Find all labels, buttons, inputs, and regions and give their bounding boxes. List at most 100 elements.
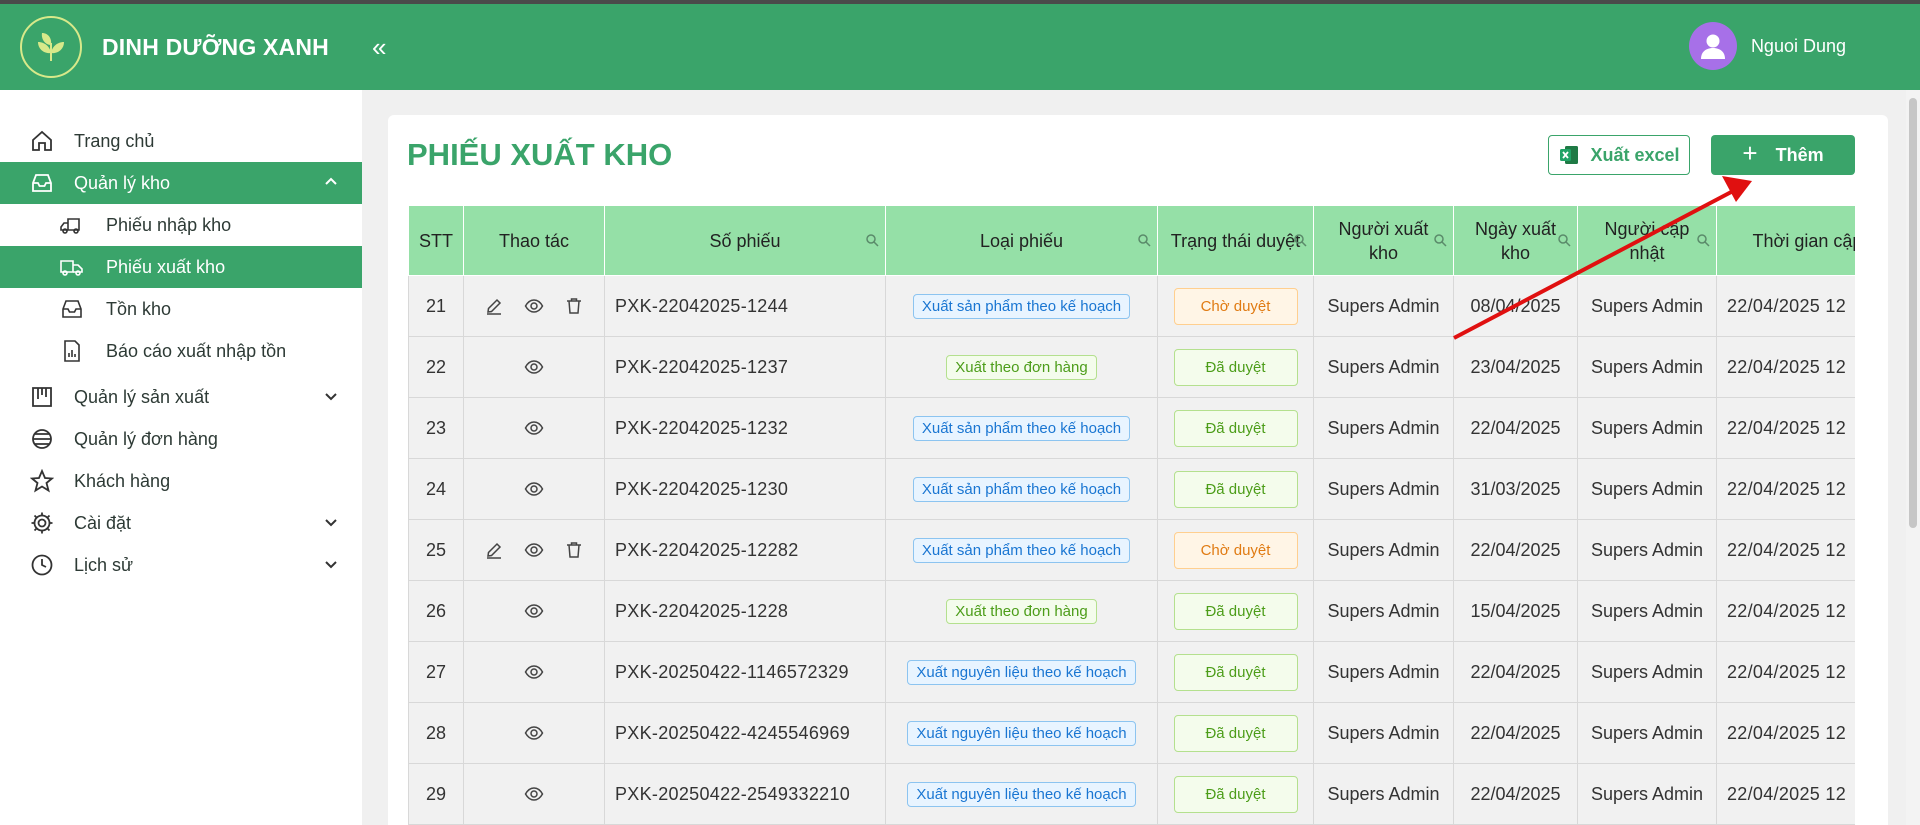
trash-icon[interactable]: [564, 540, 584, 560]
chevron-down-icon: [322, 555, 340, 578]
sidebar-item-production[interactable]: Quản lý sản xuất: [0, 376, 362, 418]
table-row[interactable]: 29 PXK-20250422-2549332210 Xuất nguyên liệ…: [408, 763, 1855, 825]
cell-updated-at: 22/04/2025 12: [1716, 519, 1855, 581]
cell-actions: [463, 641, 605, 703]
table-row[interactable]: 25 PXK-22042025-12282 Xuất sản phẩm theo k…: [408, 519, 1855, 581]
production-icon: [28, 383, 56, 411]
table-row[interactable]: 26 PXK-22042025-1228 Xuất theo đơn hàng Đã …: [408, 580, 1855, 642]
cell-type: Xuất theo đơn hàng: [885, 580, 1158, 642]
excel-icon: [1558, 144, 1580, 166]
cell-exporter: Supers Admin: [1313, 458, 1454, 520]
cell-stt: 26: [408, 580, 464, 642]
table-row[interactable]: 24 PXK-22042025-1230 Xuất sản phẩm theo kế…: [408, 458, 1855, 520]
cell-stt: 28: [408, 702, 464, 764]
sidebar-item-label: Phiếu xuất kho: [106, 256, 226, 277]
eye-icon[interactable]: [524, 296, 544, 316]
eye-icon[interactable]: [524, 418, 544, 438]
pencil-icon[interactable]: [484, 296, 504, 316]
gear-icon: [28, 509, 56, 537]
trash-icon[interactable]: [564, 296, 584, 316]
main-content: PHIẾU XUẤT KHO Xuất excel + Thêm STT Tha: [362, 90, 1920, 825]
eye-icon[interactable]: [524, 601, 544, 621]
sidebar: Trang chủ Quản lý kho Phiếu nhập kho Phi…: [0, 90, 362, 825]
cell-date: 22/04/2025: [1453, 397, 1578, 459]
sidebar-item-label: Quản lý sản xuất: [74, 386, 210, 407]
search-icon[interactable]: [1557, 233, 1571, 247]
cell-updater: Supers Admin: [1577, 641, 1717, 703]
cell-type: Xuất nguyên liệu theo kế hoạch: [885, 763, 1158, 825]
eye-icon[interactable]: [524, 784, 544, 804]
user-menu[interactable]: Nguoi Dung: [1688, 22, 1846, 70]
cell-code: PXK-22042025-12282: [604, 519, 886, 581]
sidebar-item-settings[interactable]: Cài đặt: [0, 502, 362, 544]
content-card: PHIẾU XUẤT KHO Xuất excel + Thêm STT Tha: [388, 115, 1888, 825]
sidebar-item-orders[interactable]: Quản lý đơn hàng: [0, 418, 362, 460]
sidebar-item-home[interactable]: Trang chủ: [0, 120, 362, 162]
table-row[interactable]: 28 PXK-20250422-4245546969 Xuất nguyên liệ…: [408, 702, 1855, 764]
cell-updater: Supers Admin: [1577, 519, 1717, 581]
col-header-type: Loại phiếu: [885, 205, 1158, 276]
brand[interactable]: DINH DƯỠNG XANH: [0, 4, 362, 90]
cell-exporter: Supers Admin: [1313, 519, 1454, 581]
sidebar-item-label: Lịch sử: [74, 554, 134, 575]
cell-code: PXK-22042025-1228: [604, 580, 886, 642]
cell-updated-at: 22/04/2025 12: [1716, 763, 1855, 825]
col-header-status: Trạng thái duyệt: [1157, 205, 1314, 276]
cell-stt: 23: [408, 397, 464, 459]
search-icon[interactable]: [1293, 233, 1307, 247]
user-icon: [1700, 34, 1725, 59]
table-container: STT Thao tác Số phiếu Loại phiếu Trạng t…: [408, 205, 1855, 825]
sidebar-item-stock[interactable]: Tồn kho: [0, 288, 362, 330]
page-scrollbar[interactable]: [1906, 90, 1920, 825]
cell-actions: [463, 580, 605, 642]
table-row[interactable]: 23 PXK-22042025-1232 Xuất sản phẩm theo kế…: [408, 397, 1855, 459]
export-excel-button[interactable]: Xuất excel: [1548, 135, 1690, 175]
sidebar-item-warehouse[interactable]: Quản lý kho: [0, 162, 362, 204]
search-icon[interactable]: [865, 233, 879, 247]
sidebar-item-export[interactable]: Phiếu xuất kho: [0, 246, 362, 288]
cell-status: Đã duyệt: [1157, 641, 1314, 703]
status-badge: Đã duyệt: [1173, 775, 1298, 813]
report-icon: [58, 337, 86, 365]
cell-type: Xuất theo đơn hàng: [885, 336, 1158, 398]
eye-icon[interactable]: [524, 540, 544, 560]
search-icon[interactable]: [1696, 233, 1710, 247]
cell-updated-at: 22/04/2025 12: [1716, 397, 1855, 459]
table-row[interactable]: 27 PXK-20250422-1146572329 Xuất nguyên liệ…: [408, 641, 1855, 703]
add-button-label: Thêm: [1775, 144, 1824, 165]
eye-icon[interactable]: [524, 723, 544, 743]
type-tag: Xuất theo đơn hàng: [946, 354, 1097, 380]
table-row[interactable]: 21 PXK-22042025-1244 Xuất sản phẩm theo kế…: [408, 275, 1855, 337]
add-button[interactable]: + Thêm: [1711, 135, 1855, 175]
cell-updated-at: 22/04/2025 12: [1716, 275, 1855, 337]
clock-icon: [28, 551, 56, 579]
eye-icon[interactable]: [524, 479, 544, 499]
type-tag: Xuất theo đơn hàng: [946, 598, 1097, 624]
search-icon[interactable]: [1433, 233, 1447, 247]
cell-updated-at: 22/04/2025 12: [1716, 336, 1855, 398]
pencil-icon[interactable]: [484, 540, 504, 560]
double-chevron-left-icon[interactable]: «: [372, 32, 386, 63]
search-icon[interactable]: [1137, 233, 1151, 247]
sidebar-item-report[interactable]: Báo cáo xuất nhập tồn: [0, 330, 362, 372]
eye-icon[interactable]: [524, 357, 544, 377]
table-row[interactable]: 22 PXK-22042025-1237 Xuất theo đơn hàng Đã …: [408, 336, 1855, 398]
sidebar-item-history[interactable]: Lịch sử: [0, 544, 362, 586]
cell-updated-at: 22/04/2025 12: [1716, 641, 1855, 703]
sidebar-item-customers[interactable]: Khách hàng: [0, 460, 362, 502]
chevron-up-icon: [322, 173, 340, 196]
brand-name: DINH DƯỠNG XANH: [102, 33, 329, 60]
truck-export-icon: [58, 253, 86, 281]
sidebar-item-import[interactable]: Phiếu nhập kho: [0, 204, 362, 246]
cell-updater: Supers Admin: [1577, 336, 1717, 398]
cell-actions: [463, 702, 605, 764]
cell-code: PXK-22042025-1244: [604, 275, 886, 337]
inbox-icon: [58, 295, 86, 323]
cell-status: Đã duyệt: [1157, 397, 1314, 459]
status-badge: Đã duyệt: [1173, 592, 1298, 630]
cell-exporter: Supers Admin: [1313, 702, 1454, 764]
scrollbar-thumb[interactable]: [1909, 98, 1917, 528]
type-tag: Xuất sản phẩm theo kế hoạch: [912, 293, 1131, 319]
eye-icon[interactable]: [524, 662, 544, 682]
type-tag: Xuất sản phẩm theo kế hoạch: [912, 537, 1131, 563]
